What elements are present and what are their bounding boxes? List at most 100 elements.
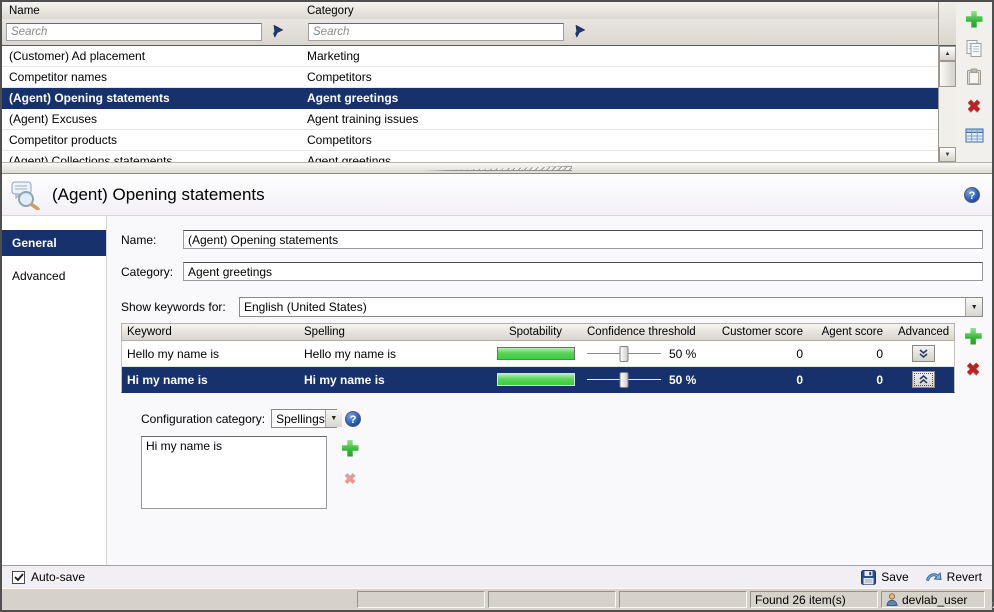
add-keyword-button[interactable] [962, 326, 984, 346]
advanced-expand-button[interactable] [912, 345, 935, 362]
table-row[interactable]: (Agent) Collections statements Agent gre… [2, 151, 938, 162]
paste-button[interactable] [963, 67, 985, 87]
horizontal-splitter[interactable] [2, 162, 992, 174]
slider-thumb[interactable] [620, 372, 629, 388]
column-header-category[interactable]: Category [304, 5, 938, 17]
keyword-row[interactable]: Hello my name is Hello my name is 50 % 0… [121, 341, 955, 367]
scrollbar-thumb[interactable] [939, 61, 956, 87]
delete-keyword-button[interactable]: ✖ [962, 359, 984, 379]
keyword-set-rows: (Customer) Ad placement Marketing Compet… [2, 46, 938, 162]
resize-grip-icon[interactable] [988, 597, 994, 608]
row-category: Competitors [304, 133, 938, 147]
category-label: Category: [121, 265, 183, 279]
name-filter-funnel-icon[interactable] [267, 23, 285, 41]
status-found-count: Found 26 item(s) [750, 591, 878, 608]
revert-button[interactable]: Revert [925, 570, 982, 584]
scrollbar-track[interactable] [939, 87, 956, 147]
chevron-double-up-icon [918, 375, 929, 385]
row-name: Competitor names [2, 70, 304, 84]
status-user-panel: devlab_user [881, 591, 985, 608]
header-keyword[interactable]: Keyword [122, 326, 299, 338]
copy-button[interactable] [963, 38, 985, 58]
spellings-section: Hi my name is ✖ [141, 436, 991, 509]
list-side-toolbar: ✖ [956, 2, 992, 162]
row-category: Agent greetings [304, 91, 938, 105]
list-vertical-scrollbar[interactable]: ▲ ▼ [939, 2, 956, 162]
grid-view-button[interactable] [963, 125, 985, 145]
add-keyword-set-button[interactable] [963, 9, 985, 29]
dropdown-arrow-button[interactable]: ▼ [325, 410, 342, 427]
autosave-label: Auto-save [31, 570, 85, 584]
show-keywords-label: Show keywords for: [121, 300, 239, 314]
category-search-input[interactable] [308, 23, 564, 41]
category-field[interactable] [183, 262, 983, 281]
spelling-item[interactable]: Hi my name is [146, 439, 322, 453]
customer-score-cell[interactable]: 0 [710, 373, 813, 387]
help-icon[interactable]: ? [964, 187, 980, 203]
configuration-category-label: Configuration category: [141, 412, 265, 426]
autosave-checkbox[interactable] [12, 571, 25, 584]
status-panel-empty [357, 591, 485, 608]
slider-thumb[interactable] [620, 346, 629, 362]
table-row-selected[interactable]: (Agent) Opening statements Agent greetin… [2, 88, 938, 109]
scroll-up-button[interactable]: ▲ [939, 46, 956, 61]
name-field[interactable] [183, 230, 983, 249]
question-glyph: ? [969, 190, 976, 202]
language-dropdown[interactable]: English (United States) ▼ [239, 297, 983, 317]
advanced-collapse-button[interactable] [912, 371, 935, 388]
up-arrow-icon: ▲ [945, 51, 951, 57]
grid-table-icon [965, 128, 984, 143]
name-search-input[interactable] [6, 23, 262, 41]
keyword-set-list-section: Name Category (Cu [2, 2, 992, 162]
row-category: Competitors [304, 70, 938, 84]
chevron-double-down-icon [918, 349, 929, 359]
row-category: Agent training issues [304, 112, 938, 126]
customer-score-cell[interactable]: 0 [710, 347, 813, 361]
add-spelling-button[interactable] [339, 438, 361, 458]
confidence-slider[interactable] [587, 371, 661, 389]
chevron-down-icon: ▼ [971, 304, 978, 311]
column-header-name[interactable]: Name [2, 5, 304, 17]
delete-x-icon: ✖ [966, 361, 980, 378]
save-button[interactable]: Save [861, 570, 908, 585]
spotability-bar [497, 347, 575, 360]
paste-icon [966, 68, 982, 86]
configuration-row: Configuration category: Spellings ▼ ? [141, 409, 991, 428]
header-confidence-threshold[interactable]: Confidence threshold [582, 326, 710, 338]
agent-score-cell[interactable]: 0 [813, 347, 893, 361]
header-spelling[interactable]: Spelling [299, 326, 489, 338]
configuration-category-dropdown[interactable]: Spellings ▼ [271, 409, 337, 428]
status-bar: Found 26 item(s) devlab_user [2, 588, 992, 610]
agent-score-cell[interactable]: 0 [813, 373, 893, 387]
tab-advanced[interactable]: Advanced [2, 263, 106, 289]
spotability-cell [489, 347, 582, 360]
table-row[interactable]: Competitor products Competitors [2, 130, 938, 151]
table-row[interactable]: (Agent) Excuses Agent training issues [2, 109, 938, 130]
header-agent-score[interactable]: Agent score [813, 326, 893, 338]
table-row[interactable]: Competitor names Competitors [2, 67, 938, 88]
table-row[interactable]: (Customer) Ad placement Marketing [2, 46, 938, 67]
confidence-slider[interactable] [587, 345, 661, 363]
delete-keyword-set-button[interactable]: ✖ [963, 96, 985, 116]
tab-general[interactable]: General [2, 230, 106, 256]
revert-arrow-icon [925, 571, 942, 584]
header-customer-score[interactable]: Customer score [710, 326, 813, 338]
header-spotability[interactable]: Spotability [489, 326, 582, 338]
keyword-set-table: Name Category (Cu [2, 2, 939, 162]
row-category: Agent greetings [304, 154, 938, 162]
name-field-row: Name: [121, 230, 991, 249]
configuration-help-icon[interactable]: ? [345, 411, 361, 427]
spellings-listbox[interactable]: Hi my name is [141, 436, 327, 509]
header-advanced[interactable]: Advanced [893, 326, 954, 338]
scroll-down-button[interactable]: ▼ [939, 147, 956, 162]
delete-spelling-button[interactable]: ✖ [339, 469, 361, 489]
row-name: (Agent) Opening statements [2, 91, 304, 105]
keyword-row-selected[interactable]: Hi my name is Hi my name is 50 % 0 0 [121, 367, 955, 393]
confidence-value: 50 % [669, 347, 696, 361]
dropdown-arrow-button[interactable]: ▼ [965, 298, 982, 316]
confidence-cell: 50 % [582, 371, 710, 389]
detail-body: General Advanced Name: Category: Show ke… [2, 216, 992, 565]
spellings-actions: ✖ [339, 436, 361, 489]
plus-icon [342, 440, 359, 457]
category-filter-funnel-icon[interactable] [569, 23, 587, 41]
